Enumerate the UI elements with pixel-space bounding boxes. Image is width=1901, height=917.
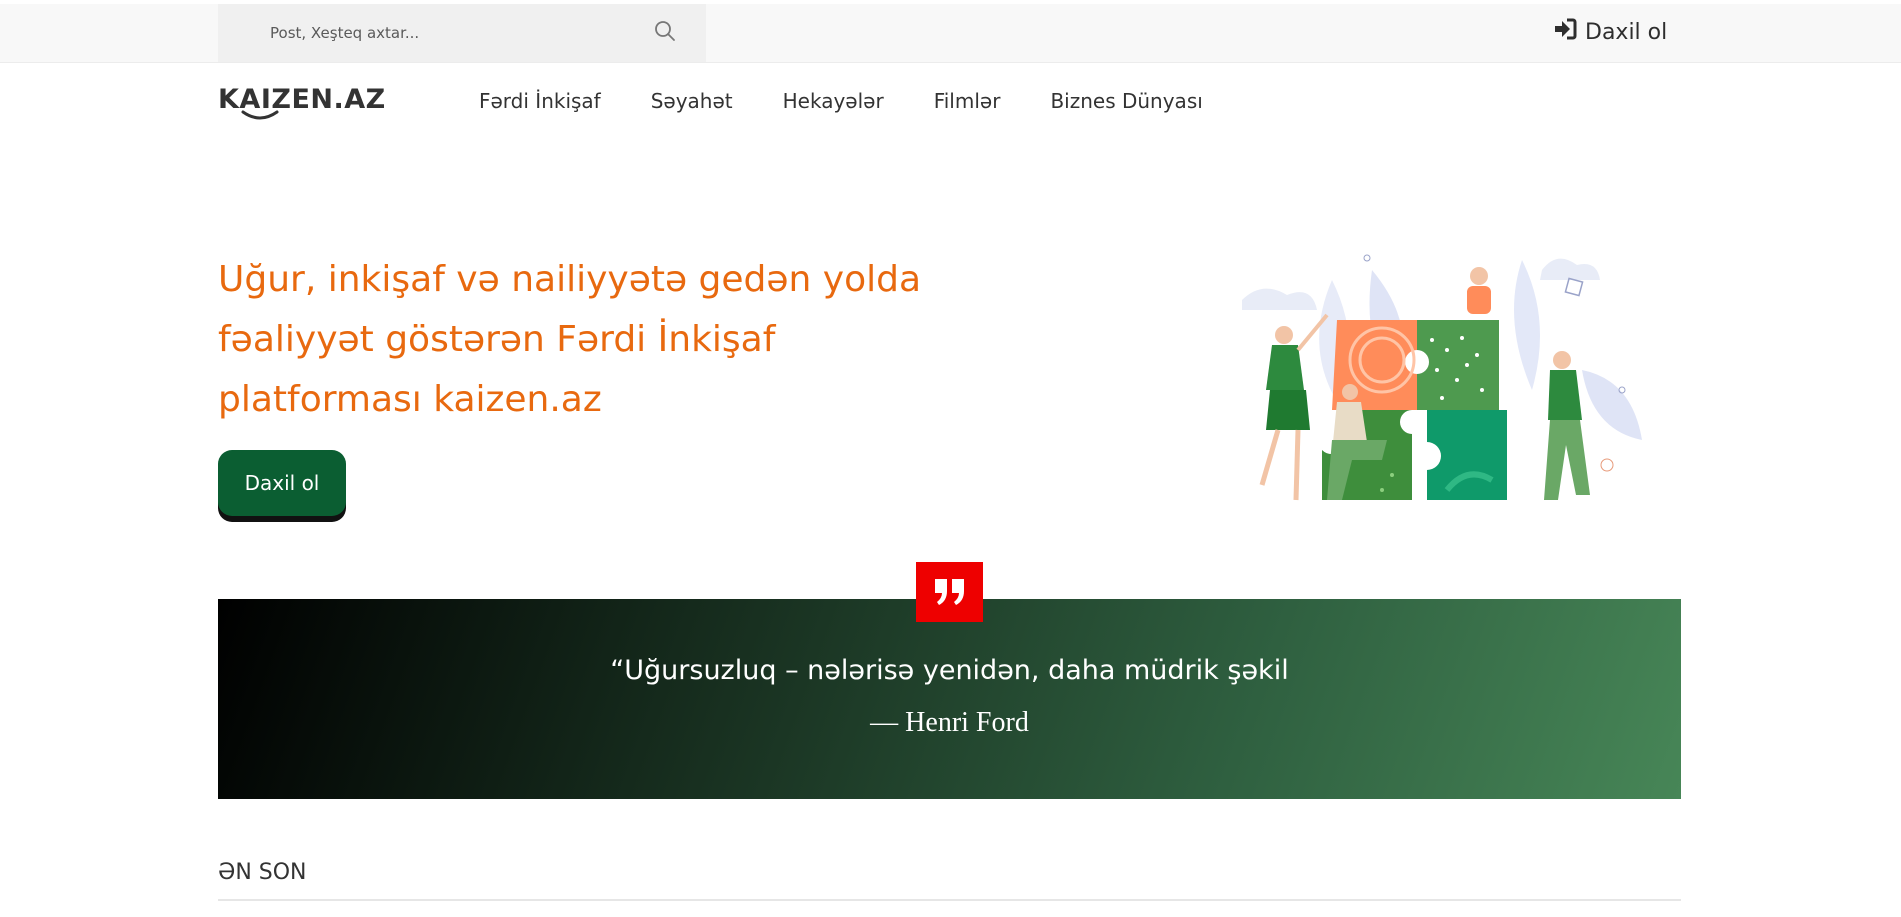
sign-in-icon — [1553, 18, 1577, 46]
login-link[interactable]: Daxil ol — [1553, 18, 1667, 46]
quote-banner: “Uğursuzluq – nələrisə yenidən, daha müd… — [218, 599, 1681, 799]
nav-item-hekayeler[interactable]: Hekayələr — [783, 89, 884, 113]
search-box — [218, 4, 706, 62]
site-logo[interactable]: KAIZEN.AZ — [218, 84, 386, 120]
nav-item-filmler[interactable]: Filmlər — [934, 89, 1001, 113]
search-icon[interactable] — [654, 20, 676, 47]
nav-item-biznes-dunyasi[interactable]: Biznes Dünyası — [1050, 89, 1202, 113]
search-input[interactable] — [268, 23, 612, 43]
hero-title: Uğur, inkişaf və nailiyyətə gedən yolda … — [218, 259, 922, 420]
section-divider — [218, 899, 1681, 901]
puzzle-team-illustration — [1222, 240, 1662, 535]
quote-icon — [916, 562, 983, 622]
quote-author: — Henri Ford — [870, 707, 1029, 738]
top-bar: Daxil ol — [0, 4, 1901, 63]
logo-smile-icon — [241, 110, 279, 120]
login-label: Daxil ol — [1585, 19, 1668, 45]
quote-text: “Uğursuzluq – nələrisə yenidən, daha müd… — [610, 655, 1289, 686]
nav-item-ferdi-inkisaf[interactable]: Fərdi İnkişaf — [479, 89, 601, 113]
latest-section-title: ƏN SON — [218, 860, 307, 885]
main-nav: Fərdi İnkişaf Səyahət Hekayələr Filmlər … — [479, 89, 1253, 113]
hero-login-button[interactable]: Daxil ol — [218, 450, 346, 516]
nav-item-seyahet[interactable]: Səyahət — [651, 89, 733, 113]
